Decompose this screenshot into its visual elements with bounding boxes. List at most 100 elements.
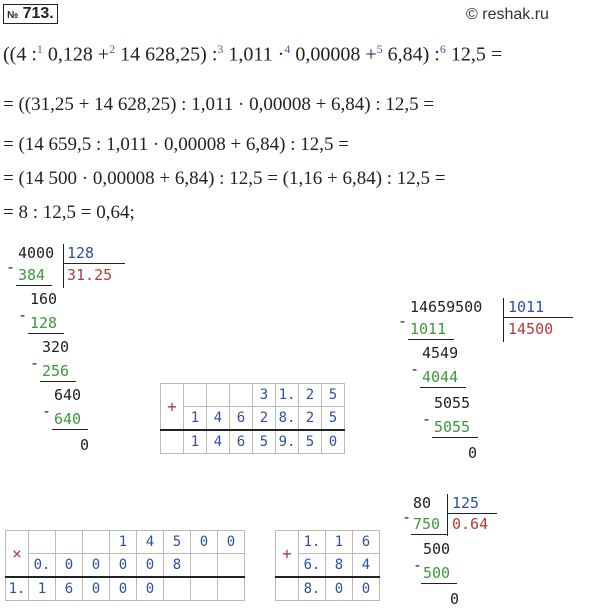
order-mark: 2 bbox=[109, 42, 116, 56]
digit-cell: 5 bbox=[298, 429, 322, 454]
digit-cell: 0 bbox=[321, 429, 345, 454]
plus-sign: + bbox=[160, 383, 184, 431]
digit-cell bbox=[217, 576, 245, 601]
expr-part: 14 628,25) : bbox=[120, 43, 218, 66]
minus-sign: - bbox=[410, 360, 420, 378]
quotient: 31.25 bbox=[67, 266, 113, 284]
digit-cell: 1 bbox=[325, 530, 353, 554]
digit-cell: 0 bbox=[109, 553, 137, 578]
digit-cell bbox=[229, 383, 253, 407]
digit-cell: 4 bbox=[206, 429, 230, 454]
partial-product: 1011 bbox=[410, 320, 447, 338]
divisor: 128 bbox=[67, 244, 95, 262]
partial-product: 256 bbox=[42, 362, 70, 380]
digit-cell: 4 bbox=[352, 553, 380, 578]
digit-cell: 6 bbox=[229, 429, 253, 454]
digit-cell: 1. bbox=[298, 530, 326, 554]
digit-cell: 2 bbox=[252, 406, 276, 431]
digit-cell: 4 bbox=[206, 406, 230, 431]
order-mark: 6 bbox=[439, 42, 446, 56]
order-mark: 5 bbox=[376, 42, 383, 56]
expr-part: 0,128 + bbox=[47, 43, 110, 66]
digit-cell: 0 bbox=[82, 553, 110, 578]
digit-cell bbox=[217, 553, 245, 578]
digit-cell: 0 bbox=[109, 576, 137, 601]
partial-product: 384 bbox=[18, 266, 46, 284]
digit-cell: 6 bbox=[229, 406, 253, 431]
digit-cell: 8 bbox=[163, 553, 191, 578]
expr-part: 1,011 · bbox=[228, 43, 285, 66]
dividend: 14659500 bbox=[410, 298, 483, 316]
digit-cell: 1 bbox=[28, 576, 56, 601]
digit-cell: 0 bbox=[55, 553, 83, 578]
digit-cell: 0 bbox=[352, 576, 380, 601]
digit-cell: 6 bbox=[352, 530, 380, 554]
partial-remainder: 640 bbox=[54, 386, 82, 404]
expr-part: 12,5 = bbox=[450, 43, 503, 66]
task-number-badge: № 713. bbox=[3, 4, 58, 24]
partial-product: 640 bbox=[54, 410, 82, 428]
digit-cell: 2 bbox=[298, 383, 322, 407]
digit-cell: 6 bbox=[55, 576, 83, 601]
partial-remainder: 160 bbox=[30, 290, 58, 308]
minus-sign: - bbox=[422, 410, 432, 428]
digit-cell: 1 bbox=[183, 406, 207, 431]
digit-cell: 5 bbox=[321, 406, 345, 431]
digit-cell: 8 bbox=[325, 553, 353, 578]
digit-cell: 6. bbox=[298, 553, 326, 578]
partial-product: 128 bbox=[30, 314, 58, 332]
digit-cell: 8. bbox=[298, 576, 326, 601]
site-credit: © reshak.ru bbox=[466, 6, 549, 23]
partial-remainder: 5055 bbox=[434, 394, 471, 412]
digit-cell: 5 bbox=[321, 383, 345, 407]
digit-cell: 0 bbox=[136, 553, 164, 578]
solution-step-1: = ((31,25 + 14 628,25) : 1,011 · 0,00008… bbox=[3, 94, 435, 115]
expr-part: 6,84) : bbox=[387, 43, 440, 66]
divisor: 125 bbox=[452, 494, 480, 512]
partial-product: 500 bbox=[423, 564, 451, 582]
minus-sign: - bbox=[413, 556, 423, 574]
digit-cell: 0 bbox=[136, 576, 164, 601]
task-number: 713. bbox=[22, 5, 54, 22]
times-sign: × bbox=[5, 530, 29, 578]
digit-cell: 2 bbox=[298, 406, 322, 431]
digit-cell: 1. bbox=[5, 576, 29, 601]
minus-sign: - bbox=[6, 258, 16, 276]
digit-cell bbox=[55, 530, 83, 554]
partial-remainder: 500 bbox=[423, 540, 451, 558]
expression-line: ((4 :1 0,128 +2 14 628,25) :3 1,011 ·4 0… bbox=[3, 42, 502, 67]
digit-cell: 1 bbox=[183, 429, 207, 454]
expr-part: 0,00008 + bbox=[295, 43, 377, 66]
digit-cell: 0 bbox=[190, 530, 218, 554]
quotient: 0.64 bbox=[452, 515, 489, 533]
minus-sign: - bbox=[18, 306, 28, 324]
digit-cell: 4 bbox=[136, 530, 164, 554]
number-prefix: № bbox=[7, 10, 19, 21]
dividend: 4000 bbox=[18, 244, 55, 262]
digit-cell bbox=[28, 530, 56, 554]
digit-cell bbox=[206, 383, 230, 407]
digit-cell: 8. bbox=[275, 406, 299, 431]
order-mark: 3 bbox=[217, 42, 224, 56]
digit-cell bbox=[163, 576, 191, 601]
digit-cell: 0 bbox=[217, 530, 245, 554]
final-remainder: 0 bbox=[450, 590, 460, 608]
order-mark: 4 bbox=[284, 42, 291, 56]
column-addition-31-25: + 3 1. 2 5 1 4 6 2 8. 2 5 1 4 6 5 9. 5 0 bbox=[160, 383, 345, 454]
digit-cell bbox=[275, 576, 299, 601]
divisor: 1011 bbox=[508, 298, 545, 316]
digit-cell bbox=[190, 576, 218, 601]
partial-product: 5055 bbox=[434, 418, 471, 436]
partial-remainder: 320 bbox=[42, 338, 70, 356]
digit-cell: 0 bbox=[82, 576, 110, 601]
column-multiplication-14500: × 1 4 5 0 0 0. 0 0 0 0 8 1. 1 6 0 0 0 bbox=[5, 530, 245, 601]
partial-remainder: 4549 bbox=[422, 344, 459, 362]
digit-cell: 0 bbox=[325, 576, 353, 601]
partial-product: 750 bbox=[413, 515, 441, 533]
order-mark: 1 bbox=[36, 42, 43, 56]
digit-cell: 1 bbox=[109, 530, 137, 554]
digit-cell: 1. bbox=[275, 383, 299, 407]
digit-cell: 5 bbox=[252, 429, 276, 454]
digit-cell: 5 bbox=[163, 530, 191, 554]
final-remainder: 0 bbox=[468, 444, 478, 462]
